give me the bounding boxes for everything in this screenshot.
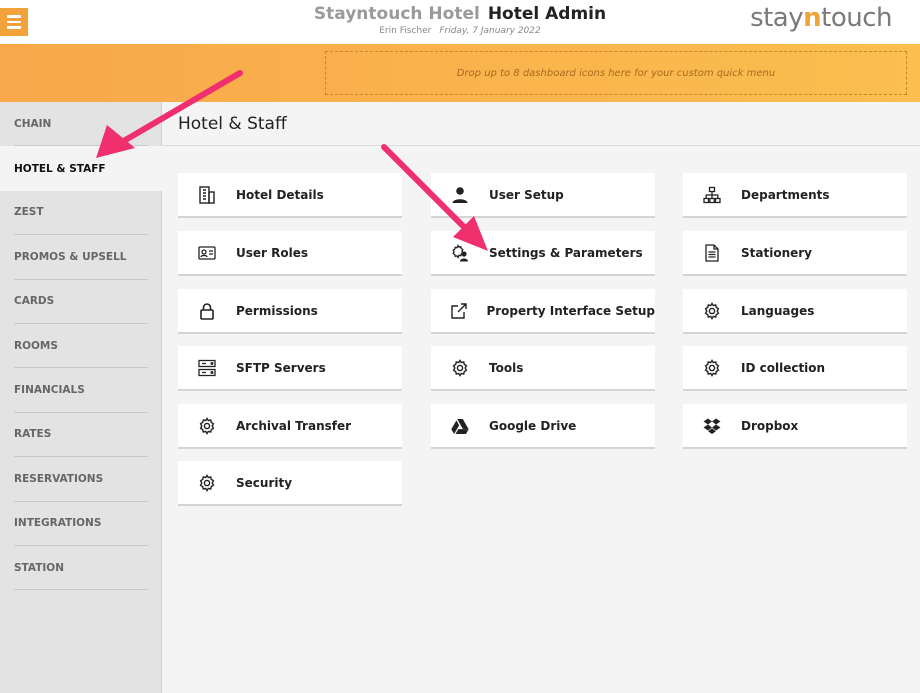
sidebar-item-station[interactable]: STATION (14, 546, 148, 591)
archival-transfer-tile[interactable]: Archival Transfer (178, 404, 402, 449)
title-divider (163, 145, 920, 146)
tools-tile[interactable]: Tools (431, 346, 655, 391)
sidebar-item-rooms[interactable]: ROOMS (14, 324, 148, 369)
gear-icon (178, 416, 236, 435)
user-gear-icon (431, 243, 489, 262)
document-icon (683, 243, 741, 262)
tile-label: Security (236, 475, 293, 490)
tile-label: Departments (741, 187, 830, 202)
stationery-tile[interactable]: Stationery (683, 231, 907, 276)
google-drive-icon (431, 417, 489, 435)
lock-icon (178, 302, 236, 320)
tile-label: Archival Transfer (236, 418, 352, 433)
app-name: Hotel Admin (487, 4, 607, 24)
gear-icon (431, 358, 489, 377)
user-name: Erin Fischer (379, 26, 432, 36)
tile-label: Dropbox (741, 418, 799, 433)
tile-label: Google Drive (489, 418, 577, 433)
sidebar-item-promos-upsell[interactable]: PROMOS & UPSELL (14, 235, 148, 280)
tile-label: Stationery (741, 245, 812, 260)
permissions-tile[interactable]: Permissions (178, 289, 402, 334)
hotel-details-tile[interactable]: Hotel Details (178, 173, 402, 218)
stayntouch-logo: stayntouch (750, 3, 892, 33)
tile-label: Permissions (236, 303, 318, 318)
header-title: Stayntouch Hotel Hotel Admin (250, 4, 670, 24)
page-title: Hotel & Staff (178, 114, 287, 134)
sidebar-item-chain[interactable]: CHAIN (14, 102, 148, 147)
tile-label: Settings & Parameters (489, 245, 643, 260)
sidebar-item-reservations[interactable]: RESERVATIONS (14, 457, 148, 502)
sidebar-item-zest[interactable]: ZEST (14, 191, 148, 236)
departments-tile[interactable]: Departments (683, 173, 907, 218)
dropbox-icon (683, 417, 741, 435)
server-icon (178, 359, 236, 377)
sidebar-item-rates[interactable]: RATES (14, 413, 148, 458)
sidebar-item-cards[interactable]: CARDS (14, 280, 148, 324)
tile-label: Hotel Details (236, 187, 324, 202)
gear-icon (683, 358, 741, 377)
tile-label: User Roles (236, 245, 308, 260)
sidebar-item-financials[interactable]: FINANCIALS (14, 368, 148, 413)
id-collection-tile[interactable]: ID collection (683, 346, 907, 391)
id-card-icon (178, 244, 236, 262)
languages-tile[interactable]: Languages (683, 289, 907, 334)
header-center: Stayntouch Hotel Hotel Admin Erin Fischer… (250, 4, 670, 37)
settings-parameters-tile[interactable]: Settings & Parameters (431, 231, 655, 276)
tile-label: Languages (741, 303, 815, 318)
google-drive-tile[interactable]: Google Drive (431, 404, 655, 449)
tile-label: ID collection (741, 360, 826, 375)
security-tile[interactable]: Security (178, 461, 402, 506)
header-subtitle: Erin Fischer Friday, 7 January 2022 (250, 25, 670, 37)
quick-menu-dropzone[interactable]: Drop up to 8 dashboard icons here for yo… (325, 51, 907, 95)
tile-label: Tools (489, 360, 524, 375)
org-chart-icon (683, 186, 741, 204)
sidebar: CHAIN HOTEL & STAFF ZEST PROMOS & UPSELL… (0, 102, 162, 693)
user-icon (431, 186, 489, 204)
property-interface-setup-tile[interactable]: Property Interface Setup (431, 289, 655, 334)
external-link-icon (431, 302, 486, 320)
menu-icon[interactable] (0, 8, 28, 36)
gear-icon (178, 473, 236, 492)
gear-icon (683, 301, 741, 320)
hotel-name: Stayntouch Hotel (313, 4, 480, 24)
sidebar-item-hotel-staff[interactable]: HOTEL & STAFF (0, 146, 162, 191)
tile-label: SFTP Servers (236, 360, 326, 375)
tile-label: User Setup (489, 187, 564, 202)
user-roles-tile[interactable]: User Roles (178, 231, 402, 276)
quick-menu-bar: Drop up to 8 dashboard icons here for yo… (0, 44, 920, 102)
current-date: Friday, 7 January 2022 (439, 26, 541, 36)
sidebar-item-integrations[interactable]: INTEGRATIONS (14, 502, 148, 546)
user-setup-tile[interactable]: User Setup (431, 173, 655, 218)
building-icon (178, 185, 236, 204)
tile-label: Property Interface Setup (486, 303, 655, 318)
dropbox-tile[interactable]: Dropbox (683, 404, 907, 449)
top-header: Stayntouch Hotel Hotel Admin Erin Fischer… (0, 0, 920, 44)
sftp-servers-tile[interactable]: SFTP Servers (178, 346, 402, 391)
